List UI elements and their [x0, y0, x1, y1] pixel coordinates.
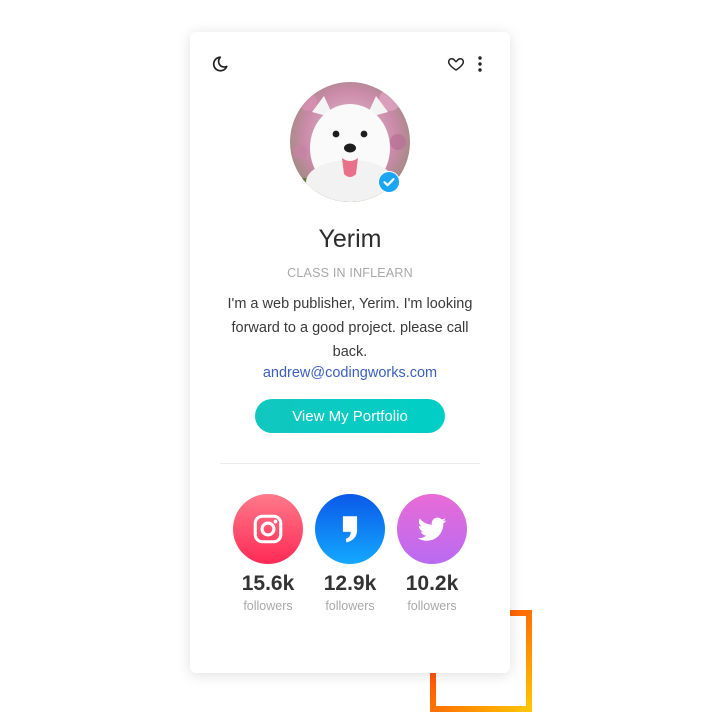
instagram-icon[interactable] [233, 494, 303, 564]
profile-bio: I'm a web publisher, Yerim. I'm looking … [227, 296, 473, 360]
instagram-followers-count: 15.6k [241, 572, 295, 595]
kakaostory-followers-count: 12.9k [323, 572, 377, 595]
twitter-followers-label: followers [407, 599, 457, 613]
moon-icon[interactable] [210, 54, 230, 74]
social-item-twitter: 10.2k followers [397, 494, 467, 613]
twitter-followers-count: 10.2k [405, 572, 459, 595]
profile-card: Yerim CLASS IN INFLEARN I'm a web publis… [190, 32, 510, 673]
profile-subtitle: CLASS IN INFLEARN [287, 266, 413, 280]
kakaostory-followers-label: followers [325, 599, 375, 613]
social-item-instagram: 15.6k followers [233, 494, 303, 613]
verified-badge-icon [378, 171, 400, 193]
view-portfolio-button[interactable]: View My Portfolio [255, 399, 445, 433]
divider [220, 463, 480, 464]
social-stats: 15.6k followers 12.9k followers 10.2k fo… [233, 494, 467, 613]
avatar[interactable] [290, 82, 410, 202]
email-link[interactable]: andrew@codingworks.com [190, 365, 510, 381]
twitter-icon[interactable] [397, 494, 467, 564]
profile-name: Yerim [318, 225, 382, 253]
more-vertical-icon[interactable] [470, 54, 490, 74]
kakaostory-icon[interactable] [315, 494, 385, 564]
heart-icon[interactable] [446, 54, 466, 74]
social-item-kakaostory: 12.9k followers [315, 494, 385, 613]
instagram-followers-label: followers [243, 599, 293, 613]
